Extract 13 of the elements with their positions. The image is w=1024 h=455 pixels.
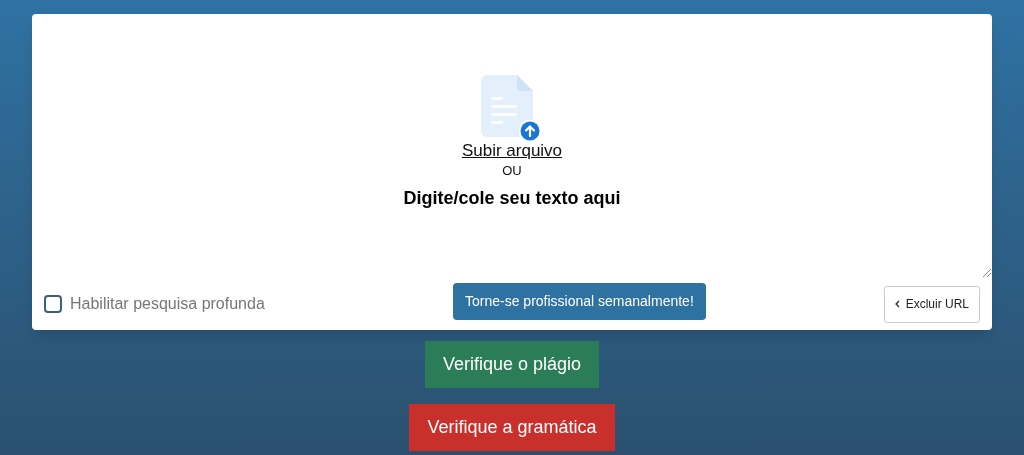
action-button[interactable]: Verifique a gramática <box>409 404 615 451</box>
upload-link[interactable]: Subir arquivo <box>461 141 563 161</box>
file-upload-icon <box>481 75 543 143</box>
separator-text: OU <box>502 163 522 179</box>
action-button[interactable]: Verifique o plágio <box>424 341 600 388</box>
exclude-url-button[interactable]: Excluir URL <box>883 285 980 323</box>
chevron-left-icon <box>894 300 900 308</box>
resize-handle-icon[interactable] <box>983 269 991 277</box>
placeholder-text: Digite/cole seu texto aqui <box>403 187 621 209</box>
text-area[interactable]: Subir arquivo OU Digite/cole seu texto aqui <box>32 14 992 278</box>
promo-button[interactable]: Torne-se profissional semanalmente! <box>453 283 706 320</box>
checkbox[interactable] <box>44 295 62 313</box>
checkbox-label: Habilitar pesquisa profunda <box>70 294 265 314</box>
